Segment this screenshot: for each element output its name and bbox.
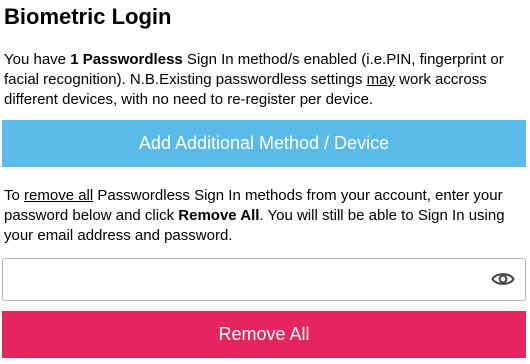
page-title: Biometric Login — [4, 4, 172, 29]
remove-instructions-text: To remove all Passwordless Sign In metho… — [4, 186, 526, 246]
remove-text-part: To — [4, 187, 25, 204]
password-field-container — [2, 258, 526, 301]
passwordless-count: 1 Passwordless — [70, 51, 183, 68]
may-emphasis: may — [366, 71, 396, 88]
remove-all-emphasis: remove all — [24, 187, 94, 204]
passwordless-status-text: You have 1 Passwordless Sign In method/s… — [4, 50, 526, 110]
remove-all-bold: Remove All — [178, 207, 260, 224]
add-method-button[interactable]: Add Additional Method / Device — [2, 120, 526, 167]
intro-text-part: You have — [4, 51, 71, 68]
eye-icon[interactable] — [491, 269, 515, 289]
password-input[interactable] — [11, 259, 481, 300]
remove-all-button[interactable]: Remove All — [2, 311, 526, 358]
